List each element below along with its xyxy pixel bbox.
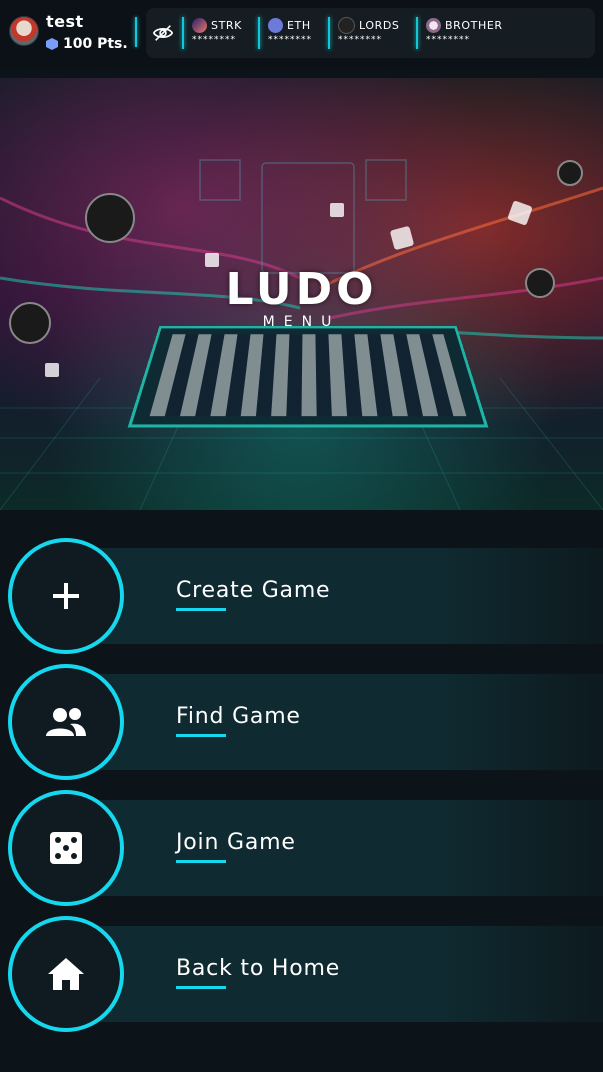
token-balance: ******** bbox=[192, 35, 236, 45]
hero-banner: LUDO MENU bbox=[0, 78, 603, 510]
token-brother[interactable]: BROTHER ******** bbox=[426, 17, 503, 49]
username: test bbox=[46, 12, 84, 31]
wallet-balances: STRK ******** ETH ******** LORDS *******… bbox=[146, 8, 595, 58]
token-balance: ******** bbox=[426, 35, 470, 45]
lords-icon bbox=[338, 17, 355, 34]
brother-icon bbox=[426, 18, 441, 33]
points-label: 100 Pts. bbox=[63, 36, 128, 52]
menu-label: Find Game bbox=[176, 704, 301, 729]
token-name: BROTHER bbox=[445, 19, 503, 32]
avatar[interactable] bbox=[9, 16, 39, 46]
menu-underline bbox=[176, 734, 226, 737]
wallet-divider bbox=[328, 17, 330, 49]
token-name: ETH bbox=[287, 19, 311, 32]
find-game-button[interactable]: Find Game bbox=[8, 664, 603, 780]
users-icon bbox=[46, 708, 86, 736]
header-divider bbox=[135, 17, 137, 47]
ludo-board-art bbox=[127, 326, 489, 428]
menu-bar bbox=[66, 674, 603, 770]
token-name: LORDS bbox=[359, 19, 400, 32]
strk-icon bbox=[192, 18, 207, 33]
menu-bar bbox=[66, 548, 603, 644]
create-game-button[interactable]: Create Game bbox=[8, 538, 603, 654]
menu-icon-circle bbox=[8, 790, 124, 906]
token-eth[interactable]: ETH ******** bbox=[268, 17, 312, 49]
menu-underline bbox=[176, 860, 226, 863]
wallet-divider bbox=[258, 17, 260, 49]
token-strk[interactable]: STRK ******** bbox=[192, 17, 242, 49]
board-squares bbox=[149, 334, 467, 417]
top-bar: test 100 Pts. STRK ******** ETH ******** bbox=[0, 0, 603, 68]
menu-bar bbox=[66, 800, 603, 896]
wallet-divider bbox=[182, 17, 184, 49]
dice-icon bbox=[50, 832, 82, 864]
points-display: 100 Pts. bbox=[46, 35, 128, 53]
menu-icon-circle bbox=[8, 538, 124, 654]
token-balance: ******** bbox=[338, 35, 382, 45]
join-game-button[interactable]: Join Game bbox=[8, 790, 603, 906]
menu-label: Back to Home bbox=[176, 956, 341, 981]
menu-icon-circle bbox=[8, 664, 124, 780]
points-icon bbox=[46, 38, 58, 50]
eth-icon bbox=[268, 18, 283, 33]
wallet-divider bbox=[416, 17, 418, 49]
menu-label: Join Game bbox=[176, 830, 296, 855]
token-name: STRK bbox=[211, 19, 242, 32]
plus-icon bbox=[53, 583, 79, 609]
menu-underline bbox=[176, 608, 226, 611]
hide-balance-icon[interactable] bbox=[152, 22, 174, 44]
menu-icon-circle bbox=[8, 916, 124, 1032]
hero-title: LUDO bbox=[225, 264, 378, 315]
home-icon bbox=[48, 958, 84, 990]
token-lords[interactable]: LORDS ******** bbox=[338, 17, 400, 49]
menu-underline bbox=[176, 986, 226, 989]
back-to-home-button[interactable]: Back to Home bbox=[8, 916, 603, 1032]
token-balance: ******** bbox=[268, 35, 312, 45]
menu-label: Create Game bbox=[176, 578, 331, 603]
hero-subtitle: MENU bbox=[262, 314, 341, 330]
